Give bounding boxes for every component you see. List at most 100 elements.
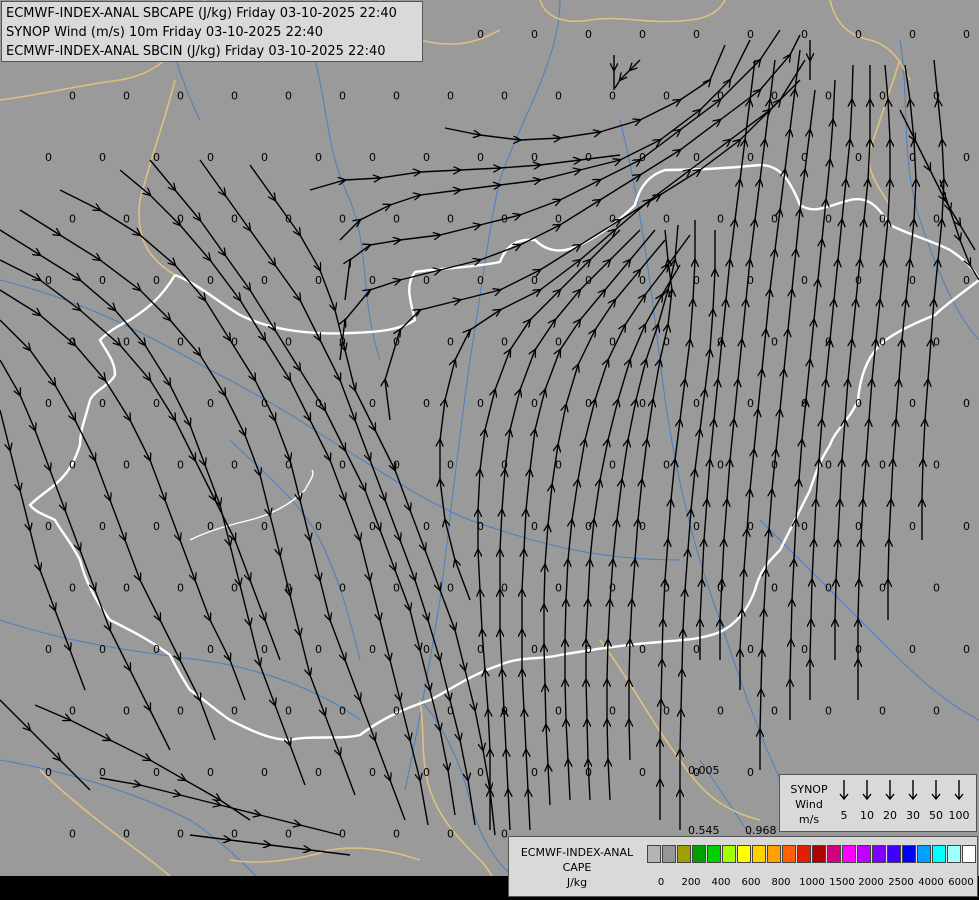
- value-label: 0: [261, 766, 268, 779]
- cape-color-swatch: [782, 845, 796, 863]
- cape-legend-title: ECMWF-INDEX-ANAL CAPE J/kg: [520, 846, 634, 889]
- value-label: 0: [747, 766, 754, 779]
- value-label: 0: [909, 397, 916, 410]
- value-label: 0: [423, 151, 430, 164]
- value-label: 0: [693, 520, 700, 533]
- value-label: 0: [477, 151, 484, 164]
- value-label: 0: [825, 705, 832, 718]
- value-label: 0: [177, 459, 184, 472]
- value-label: 0: [963, 28, 970, 41]
- value-label: 0: [663, 705, 670, 718]
- value-label: 0: [609, 705, 616, 718]
- value-label: 0: [99, 274, 106, 287]
- value-label: 0: [447, 90, 454, 103]
- cape-color-swatch: [962, 845, 976, 863]
- value-label: 0: [447, 705, 454, 718]
- cape-color-swatch: [827, 845, 841, 863]
- value-label: 0: [585, 766, 592, 779]
- cape-tick-label: 0: [657, 877, 665, 888]
- value-label: 0: [501, 828, 508, 841]
- value-label: 0: [693, 274, 700, 287]
- value-label: 0: [879, 705, 886, 718]
- value-label: 0: [825, 459, 832, 472]
- header-line-sbcape: ECMWF-INDEX-ANAL SBCAPE (J/kg) Friday 03…: [6, 6, 397, 21]
- value-label: 0: [717, 336, 724, 349]
- value-label: 0: [909, 520, 916, 533]
- value-label: 0: [771, 336, 778, 349]
- value-label: 0: [393, 90, 400, 103]
- value-label: 0: [393, 582, 400, 595]
- value-label: 0: [45, 766, 52, 779]
- value-label: 0: [153, 520, 160, 533]
- value-label: 0: [879, 90, 886, 103]
- value-label: 0: [69, 213, 76, 226]
- value-label: 0: [369, 151, 376, 164]
- value-label: 0: [555, 459, 562, 472]
- map-canvas[interactable]: 0 0 0 0 0 0 0 0 0 0 0 0 0 0 0 0 0 0 0 0 0 0 0 0 0 0 0 0 0 0 0 0 0 0 0 0 0 0 0 0…: [0, 0, 979, 900]
- value-label: 0: [153, 766, 160, 779]
- value-label: 0: [447, 336, 454, 349]
- value-label: 0: [69, 828, 76, 841]
- value-label: 0: [231, 90, 238, 103]
- value-label: 0: [261, 520, 268, 533]
- value-label: 0: [531, 643, 538, 656]
- value-label: 0: [369, 643, 376, 656]
- value-label: 0: [45, 397, 52, 410]
- value-label: 0: [261, 643, 268, 656]
- value-label: 0: [501, 90, 508, 103]
- value-label: 0: [315, 274, 322, 287]
- cape-color-swatch: [662, 845, 676, 863]
- value-label: 0: [639, 643, 646, 656]
- cape-color-bar: [647, 845, 977, 865]
- cape-color-swatch: [842, 845, 856, 863]
- synop-legend-item: 20: [879, 779, 901, 822]
- value-label: 0: [477, 766, 484, 779]
- value-label: 0: [123, 582, 130, 595]
- value-label: 0: [285, 582, 292, 595]
- value-label: 0: [285, 213, 292, 226]
- value-label: 0: [231, 705, 238, 718]
- value-label: 0: [339, 213, 346, 226]
- value-label: 0: [531, 28, 538, 41]
- value-label: 0: [153, 274, 160, 287]
- value-label: 0: [45, 643, 52, 656]
- value-label: 0: [339, 90, 346, 103]
- value-label: 0: [447, 828, 454, 841]
- value-label: 0: [501, 582, 508, 595]
- cape-color-legend: ECMWF-INDEX-ANAL CAPE J/kg 0 200 400 600 800…: [508, 836, 978, 897]
- value-label: 0: [123, 459, 130, 472]
- value-label: 0: [855, 397, 862, 410]
- value-label: 0: [771, 90, 778, 103]
- value-label: 0: [477, 643, 484, 656]
- cape-tick-label: 1500: [829, 877, 855, 888]
- value-label: 0: [771, 582, 778, 595]
- value-label: 0: [609, 90, 616, 103]
- value-label: 0: [231, 582, 238, 595]
- value-label: 0: [315, 151, 322, 164]
- value-label: 0: [801, 397, 808, 410]
- value-label: 0: [933, 336, 940, 349]
- value-label: 0: [609, 582, 616, 595]
- value-label: 0: [963, 397, 970, 410]
- wind-arrow-icon: [862, 780, 872, 801]
- value-label: 0: [933, 213, 940, 226]
- value-label: 0: [801, 520, 808, 533]
- value-label: 0: [855, 151, 862, 164]
- value-label: 0: [555, 705, 562, 718]
- cape-tick-label: 4000: [918, 877, 944, 888]
- value-label: 0: [177, 213, 184, 226]
- cape-color-swatch: [947, 845, 961, 863]
- value-label: 0: [747, 274, 754, 287]
- value-label: 0: [393, 459, 400, 472]
- cape-color-swatch: [857, 845, 871, 863]
- value-label: 0: [825, 90, 832, 103]
- value-label: 0: [207, 397, 214, 410]
- value-label: 0: [69, 336, 76, 349]
- value-label: 0: [693, 397, 700, 410]
- value-label: 0: [555, 90, 562, 103]
- value-label: 0: [963, 151, 970, 164]
- value-label: 0: [585, 397, 592, 410]
- value-label: 0: [639, 397, 646, 410]
- wind-arrow-icon: [885, 780, 895, 801]
- value-label: 0: [717, 459, 724, 472]
